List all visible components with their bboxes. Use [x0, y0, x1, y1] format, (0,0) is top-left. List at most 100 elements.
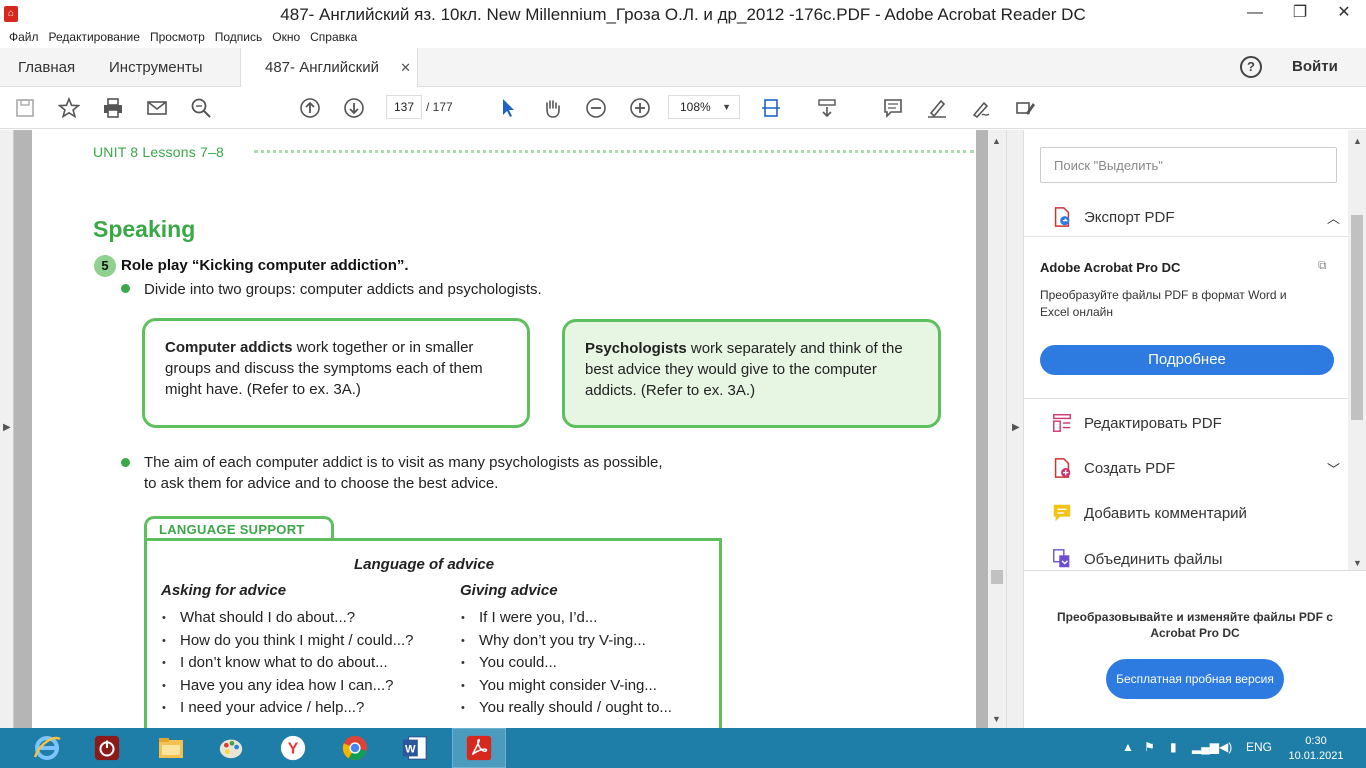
menu-view[interactable]: Просмотр [145, 28, 210, 48]
page-up-icon[interactable] [297, 95, 323, 121]
tab-document[interactable]: 487- Английский яз... ✕ [240, 48, 418, 115]
edit-pdf-item[interactable]: Редактировать PDF [1050, 409, 1340, 437]
divider [1024, 398, 1350, 399]
pdf-page: UNIT 8 Lessons 7–8 Speaking 5 Role play … [32, 130, 976, 728]
combine-files-icon [1050, 547, 1074, 571]
chevron-down-icon[interactable]: ﹀ [1327, 459, 1340, 478]
tab-tools[interactable]: Инструменты [109, 48, 203, 87]
create-pdf-label: Создать PDF [1084, 459, 1176, 477]
search-zoom-icon[interactable] [188, 95, 214, 121]
combine-files-label: Объединить файлы [1084, 550, 1223, 568]
paint-app-icon[interactable] [204, 728, 258, 768]
chrome-browser-icon[interactable] [328, 728, 382, 768]
computer-addicts-card: Computer addicts work together or in sma… [142, 318, 530, 428]
combine-files-item[interactable]: Объединить файлы [1050, 545, 1340, 573]
zoom-out-icon[interactable] [583, 95, 609, 121]
card-a-bold: Computer addicts [165, 339, 293, 356]
bullet-dot [121, 458, 130, 467]
card-b-bold: Psychologists [585, 340, 687, 357]
language-heading: Language of advice [354, 556, 495, 573]
zoom-in-icon[interactable] [627, 95, 653, 121]
scrollbar-thumb[interactable] [991, 570, 1003, 584]
export-pdf-icon [1050, 205, 1074, 229]
email-icon[interactable] [144, 95, 170, 121]
scroll-up-icon[interactable]: ▲ [1353, 136, 1362, 146]
chevron-down-icon: ▼ [722, 102, 731, 112]
page-number-input[interactable]: 137 [386, 95, 422, 119]
yandex-browser-icon[interactable]: Y [266, 728, 320, 768]
page-down-icon[interactable] [341, 95, 367, 121]
maximize-button[interactable]: ❐ [1278, 0, 1322, 28]
more-info-button[interactable]: Подробнее [1040, 345, 1334, 375]
scroll-down-icon[interactable]: ▼ [992, 714, 1001, 724]
svg-text:W: W [405, 744, 416, 756]
zoom-select[interactable]: 108% ▼ [668, 95, 740, 119]
close-window-button[interactable]: ✕ [1322, 0, 1366, 28]
menu-sign[interactable]: Подпись [210, 28, 268, 48]
tab-bar: Главная Инструменты 487- Английский яз..… [0, 48, 1366, 115]
list-item: If I were you, I’d... [461, 607, 672, 630]
fill-sign-icon[interactable] [1012, 95, 1038, 121]
sign-icon[interactable] [968, 95, 994, 121]
chevron-right-icon: ▶ [3, 422, 11, 433]
system-clock[interactable]: 0:30 10.01.2021 [1288, 734, 1344, 764]
export-pdf-item[interactable]: Экспорт PDF ︿ [1050, 203, 1340, 231]
scroll-mode-icon[interactable] [814, 95, 840, 121]
edit-pdf-icon [1050, 411, 1074, 435]
battery-icon[interactable]: ▮ [1170, 740, 1177, 754]
scroll-down-icon[interactable]: ▼ [1353, 558, 1362, 568]
section-title: Speaking [93, 216, 196, 242]
highlight-pen-icon[interactable] [924, 95, 950, 121]
acrobat-taskbar-icon[interactable] [452, 728, 506, 768]
create-pdf-item[interactable]: Создать PDF ﹀ [1050, 454, 1340, 482]
ie-browser-icon[interactable] [20, 728, 74, 768]
bookmark-star-icon[interactable] [56, 95, 82, 121]
print-icon[interactable] [100, 95, 126, 121]
file-explorer-icon[interactable] [144, 728, 198, 768]
create-pdf-icon [1050, 456, 1074, 480]
menu-edit[interactable]: Редактирование [44, 28, 145, 48]
save-icon[interactable] [12, 95, 38, 121]
power-app-icon[interactable] [80, 728, 134, 768]
scroll-up-icon[interactable]: ▲ [992, 136, 1001, 146]
right-panel-toggle[interactable]: ▶ [1006, 130, 1024, 728]
document-scrollbar[interactable]: ▲ ▼ [988, 130, 1006, 728]
volume-icon[interactable]: ◀) [1219, 740, 1232, 754]
flag-icon[interactable]: ⚑ [1144, 740, 1155, 754]
window-title: 487- Английский яз. 10кл. New Millennium… [280, 5, 1086, 24]
minimize-button[interactable]: — [1233, 0, 1277, 28]
instruction-1: Divide into two groups: computer addicts… [144, 281, 542, 298]
select-cursor-icon[interactable] [495, 95, 521, 121]
word-app-icon[interactable]: W [388, 728, 442, 768]
input-language[interactable]: ENG [1246, 740, 1272, 754]
left-panel-toggle[interactable]: ▶ [0, 130, 14, 728]
page-fit-icon[interactable] [758, 95, 784, 121]
signin-button[interactable]: Войти [1292, 58, 1338, 75]
menu-window[interactable]: Окно [267, 28, 305, 48]
upgrade-message: Преобразовывайте и изменяйте файлы PDF с… [1057, 610, 1333, 640]
help-icon[interactable]: ? [1240, 56, 1262, 78]
list-item: You really should / ought to... [461, 697, 672, 720]
menu-file[interactable]: Файл [4, 28, 44, 48]
exercise-number: 5 [94, 255, 116, 277]
comment-icon[interactable] [880, 95, 906, 121]
tools-search-input[interactable]: Поиск "Выделить" [1040, 147, 1337, 183]
close-tab-icon[interactable]: ✕ [400, 48, 411, 87]
add-comment-item[interactable]: Добавить комментарий [1050, 499, 1340, 527]
tools-pane-scrollbar[interactable]: ▲ ▼ [1348, 130, 1366, 570]
chevron-up-icon[interactable]: ︿ [1327, 208, 1340, 227]
list-item: Have you any idea how I can...? [162, 675, 413, 698]
exercise-title: Role play “Kicking computer addiction”. [121, 257, 409, 274]
scrollbar-thumb[interactable] [1351, 215, 1363, 420]
menu-help[interactable]: Справка [305, 28, 362, 48]
network-icon[interactable]: ▂▄▆ [1192, 740, 1219, 754]
windows-taskbar: Y W ▲ ⚑ ▮ ▂▄▆ ◀) ENG [0, 728, 1366, 768]
free-trial-button[interactable]: Бесплатная пробная версия [1106, 659, 1284, 699]
upgrade-promo: Преобразовывайте и изменяйте файлы PDF с… [1024, 570, 1366, 728]
hand-tool-icon[interactable] [539, 95, 565, 121]
document-viewer[interactable]: ▶ UNIT 8 Lessons 7–8 Speaking 5 Role pla… [0, 130, 1006, 728]
export-pdf-label: Экспорт PDF [1084, 208, 1175, 226]
psychologists-card: Psychologists work separately and think … [562, 319, 941, 428]
tab-home[interactable]: Главная [18, 48, 75, 87]
tray-overflow-icon[interactable]: ▲ [1122, 740, 1134, 754]
